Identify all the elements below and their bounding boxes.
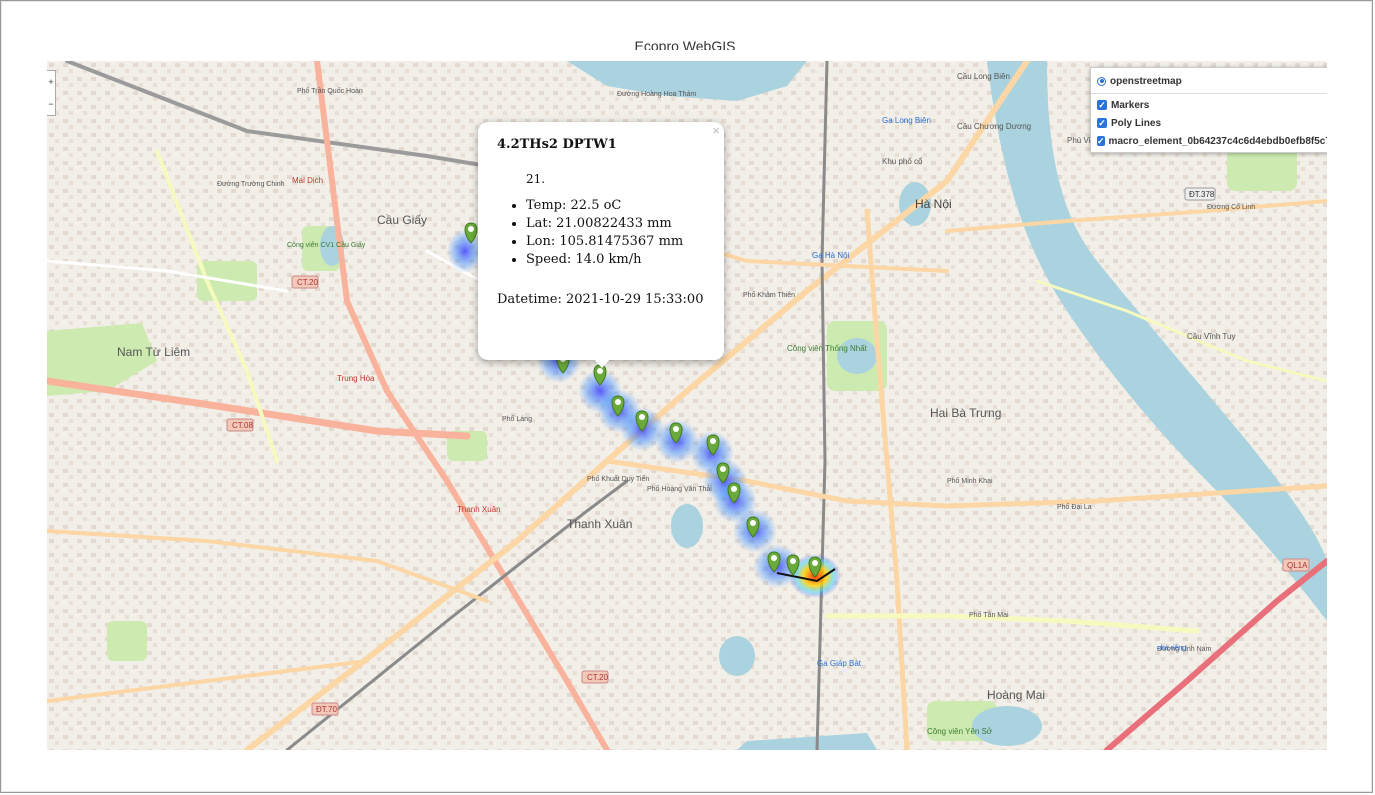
overlay-option-poly-lines[interactable]: ✓ Poly Lines xyxy=(1097,114,1327,132)
shield-dt378: ĐT.378 xyxy=(1189,190,1215,199)
page-title: Ecopro WebGIS xyxy=(634,38,736,50)
checkbox-checked-icon[interactable]: ✓ xyxy=(1097,118,1107,128)
label-pho-dai-la: Phố Đại La xyxy=(1057,502,1092,511)
label-pho-tran-quoc-hoan: Phố Trần Quốc Hoàn xyxy=(297,86,363,95)
label-cau-long-bien: Cầu Long Biên xyxy=(957,72,1010,81)
label-nha-rieng: nhà riêng xyxy=(1157,645,1186,652)
base-layer-option[interactable]: openstreetmap xyxy=(1097,72,1327,90)
label-ga-long-bien: Ga Long Biên xyxy=(882,116,931,125)
shield-ql1a: QL1A xyxy=(1287,561,1308,570)
label-cau-chuong-duong: Cầu Chương Dương xyxy=(957,122,1031,131)
label-khu-pho-co: Khu phố cổ xyxy=(882,157,923,166)
label-duong-hoang-hoa-tham: Đường Hoàng Hoa Thám xyxy=(617,91,696,98)
overlay-option-markers[interactable]: ✓ Markers xyxy=(1097,96,1327,114)
label-ga-ha-noi: Ga Hà Nội xyxy=(812,251,850,260)
label-pho-lang: Phố Láng xyxy=(502,414,532,423)
label-nam-tu-liem: Nam Từ Liêm xyxy=(117,345,190,359)
label-pho-kham-thien: Phố Khâm Thiên xyxy=(743,290,795,299)
popup-close-button[interactable]: × xyxy=(712,123,720,138)
label-pho-hoang-van-thai: Phố Hoàng Văn Thái xyxy=(647,484,712,493)
label-ha-noi: Hà Nội xyxy=(915,197,952,211)
shield-ct20-b: CT.20 xyxy=(587,673,608,682)
marker-popup: × 4.2THs2 DPTW1 21. Temp: 22.5 oC Lat: 2… xyxy=(478,122,724,368)
label-duong-truong-chinh: Đường Trường Chinh xyxy=(217,181,285,188)
layer-separator xyxy=(1091,93,1327,94)
overlay-option-macro-element[interactable]: ✓ macro_element_0b64237c4c6d4ebdb0efb8f5… xyxy=(1097,132,1327,150)
label-trung-hoa: Trung Hòa xyxy=(337,374,375,383)
label-thanh-xuan: Thanh Xuân xyxy=(567,517,632,531)
popup-speed: Speed: 14.0 km/h xyxy=(526,251,683,269)
shield-ct08: CT.08 xyxy=(232,421,253,430)
zoom-out-button[interactable]: − xyxy=(47,93,55,115)
label-mai-dich: Mai Dịch xyxy=(292,176,323,185)
checkbox-checked-icon[interactable]: ✓ xyxy=(1097,136,1105,146)
popup-attribute-list: Temp: 22.5 oC Lat: 21.00822433 mm Lon: 1… xyxy=(512,197,683,269)
checkbox-checked-icon[interactable]: ✓ xyxy=(1097,100,1107,110)
label-cau-vinh-tuy: Cầu Vĩnh Tuy xyxy=(1187,332,1235,341)
popup-tip xyxy=(593,358,611,368)
label-pho-tan-mai: Phố Tân Mai xyxy=(969,610,1009,619)
popup-temp: Temp: 22.5 oC xyxy=(526,197,683,215)
base-layer-label: openstreetmap xyxy=(1110,75,1182,87)
label-thanh-xuan-small: Thanh Xuân xyxy=(457,505,501,514)
popup-lon: Lon: 105.81475367 mm xyxy=(526,233,683,251)
map-view[interactable]: Cầu Giấy Nam Từ Liêm Hà Nội Hai Bà Trưng… xyxy=(47,61,1327,750)
label-pho-minh-khai: Phố Minh Khai xyxy=(947,476,993,485)
label-cv-thong-nhat: Công viên Thống Nhất xyxy=(787,344,868,353)
shield-ct20-a: CT.20 xyxy=(297,278,318,287)
radio-selected-icon[interactable] xyxy=(1097,76,1106,86)
overlay-label: Markers xyxy=(1111,99,1150,111)
label-cv-yen-so: Công viên Yên Sở xyxy=(927,727,993,736)
popup-lat: Lat: 21.00822433 mm xyxy=(526,215,683,233)
popup-point-number: 21. xyxy=(526,172,546,186)
label-hai-ba-trung: Hai Bà Trưng xyxy=(930,406,1001,420)
layer-control[interactable]: openstreetmap ✓ Markers ✓ Poly Lines ✓ m… xyxy=(1090,67,1327,153)
zoom-control: + − xyxy=(47,70,56,116)
overlay-label: Poly Lines xyxy=(1111,117,1162,129)
label-duong-co-linh: Đường Cổ Linh xyxy=(1207,203,1255,211)
zoom-in-button[interactable]: + xyxy=(47,71,55,93)
label-cv-cau-giay: Công viên CV1 Cầu Giấy xyxy=(287,240,366,249)
shield-dt70: ĐT.70 xyxy=(316,705,337,714)
overlay-label: macro_element_0b64237c4c6d4ebdb0efb8f5c7… xyxy=(1108,135,1327,147)
popup-datetime: Datetime: 2021-10-29 15:33:00 xyxy=(497,292,704,307)
label-cau-giay: Cầu Giấy xyxy=(377,213,427,227)
label-ga-giap-bat: Ga Giáp Bát xyxy=(817,659,862,668)
popup-device-name: 4.2THs2 DPTW1 xyxy=(497,137,617,152)
label-hoang-mai: Hoàng Mai xyxy=(987,688,1045,702)
label-pho-khuat-duy-tien: Phố Khuất Duy Tiến xyxy=(587,474,649,483)
